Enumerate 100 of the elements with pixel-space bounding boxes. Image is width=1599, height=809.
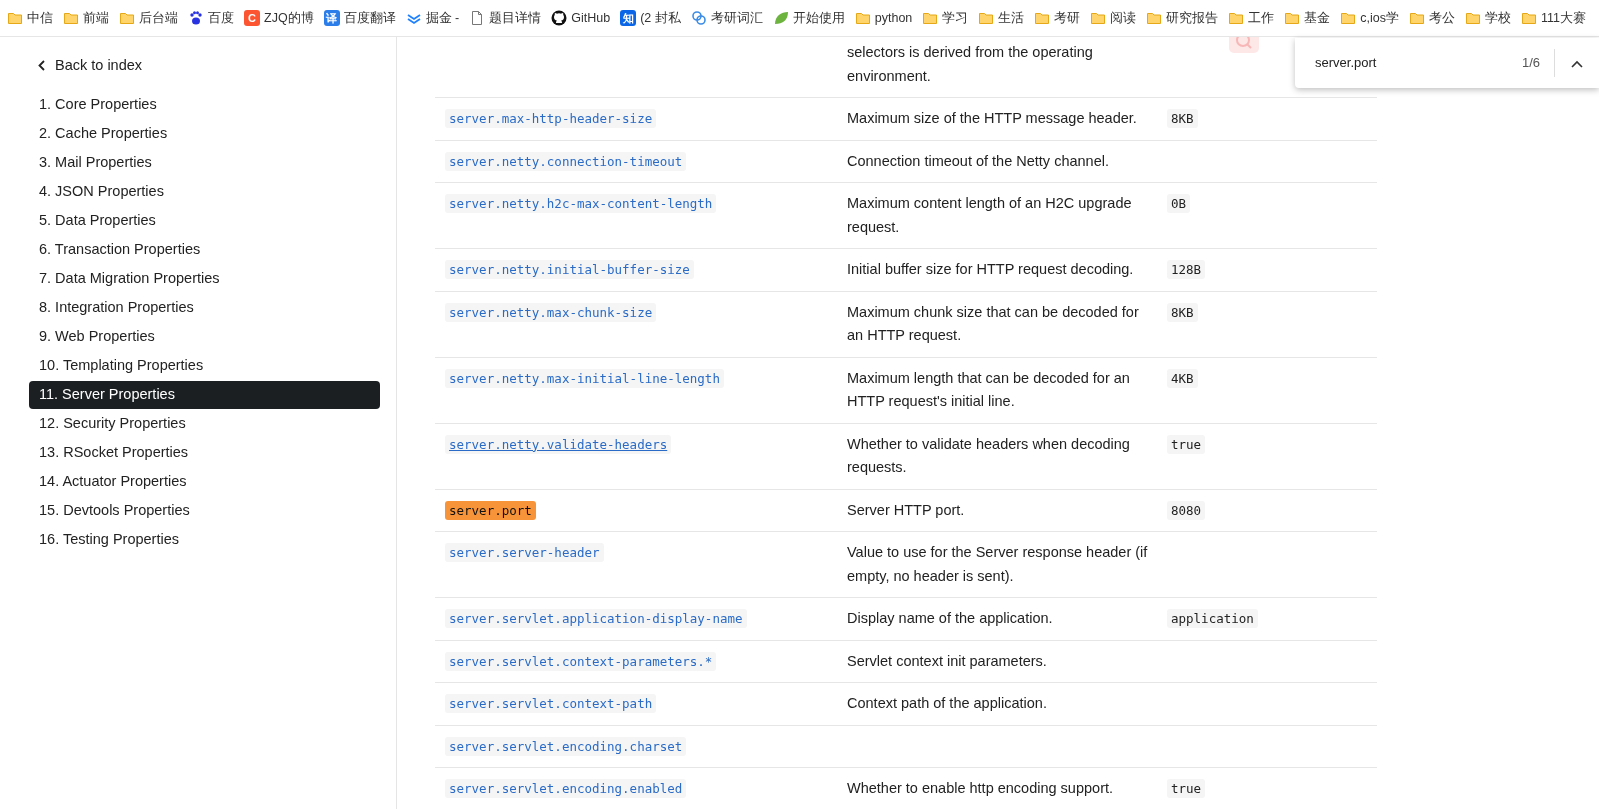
description-text: Display name of the application. (847, 610, 1053, 626)
bookmark[interactable]: 111大赛 (1516, 6, 1591, 30)
folder-icon (1146, 10, 1163, 26)
chevron-up-icon (1571, 59, 1583, 68)
bookmark[interactable]: 基金 (1279, 6, 1336, 30)
folder-icon (1090, 10, 1107, 26)
sidebar-item[interactable]: 15. Devtools Properties (29, 496, 380, 525)
description-text: Whether to validate headers when decoding requests. (847, 435, 1130, 475)
property-name[interactable]: server.max-http-header-size (445, 109, 657, 128)
default-value: application (1167, 609, 1258, 628)
folder-icon (1521, 10, 1537, 26)
bookmark[interactable]: 考研词汇 (685, 6, 768, 30)
folder-icon (119, 10, 135, 26)
property-name[interactable]: server.netty.h2c-max-content-length (445, 194, 717, 213)
folder-icon (978, 10, 995, 26)
property-name[interactable]: server.netty.connection-timeout (445, 151, 687, 171)
sidebar-item[interactable]: 8. Integration Properties (29, 293, 380, 322)
description-text: Maximum chunk size that can be decoded for an HTTP request. (847, 303, 1139, 343)
bookmark[interactable]: 中信 (2, 6, 58, 30)
bookmark[interactable]: python (849, 6, 918, 30)
default-value: 4KB (1167, 368, 1198, 388)
description-text: selectors is derived from the operating environment. (847, 44, 1093, 84)
folder-icon (1340, 10, 1357, 26)
sidebar-item[interactable]: 3. Mail Properties (29, 148, 380, 177)
property-name[interactable]: server.netty.initial-buffer-size (445, 260, 694, 279)
description-text: Value to use for the Server response header (if empty, no header is sent). (847, 544, 1148, 584)
sidebar-item[interactable]: 2. Cache Properties (29, 119, 380, 148)
sidebar-item[interactable]: 6. Transaction Properties (29, 235, 380, 264)
bookmark[interactable]: 工作 (1223, 6, 1280, 30)
default-value: true (1167, 434, 1206, 454)
property-name[interactable]: server.servlet.context-parameters.* (445, 651, 717, 671)
folder-icon (1228, 10, 1245, 26)
bookmark[interactable]: 研究报告 (1141, 6, 1224, 30)
folder-icon (1034, 10, 1051, 26)
bookmark[interactable]: c,ios学 (1335, 6, 1404, 30)
default-value: 8KB (1167, 302, 1198, 322)
folder-icon (1284, 10, 1301, 26)
property-name[interactable]: server.netty.max-chunk-size (445, 302, 657, 322)
property-name[interactable]: server.servlet.encoding.charset (445, 736, 687, 756)
description-text: Maximum length that can be decoded for an HTTP request's initial line. (847, 369, 1130, 409)
folder-icon (1465, 10, 1481, 26)
bookmark[interactable]: 阅读 (1085, 6, 1142, 30)
sidebar-item[interactable]: 13. RSocket Properties (29, 438, 380, 467)
bookmark[interactable]: 知 (2 封私 (615, 6, 686, 30)
description-text: Context path of the application. (847, 695, 1047, 711)
property-name[interactable]: server.servlet.context-path (445, 694, 657, 713)
property-name[interactable]: server.servlet.application-display-name (445, 609, 747, 628)
property-name[interactable]: server.server-header (445, 543, 604, 562)
description-text: Whether to enable http encoding support. (847, 780, 1113, 796)
property-name[interactable]: server.netty.max-initial-line-length (445, 368, 724, 388)
back-link[interactable]: Back to index (28, 51, 380, 81)
folder-icon (63, 10, 79, 26)
description-text: Initial buffer size for HTTP request decoding. (847, 261, 1134, 277)
paw-icon (188, 10, 204, 26)
bookmark[interactable]: 考研 (1029, 6, 1086, 30)
bookmark[interactable]: 考公 (1404, 6, 1460, 30)
bookmark[interactable]: 学习 (917, 6, 974, 30)
sidebar-item[interactable]: 1. Core Properties (29, 90, 380, 119)
bookmark[interactable]: 生活 (973, 6, 1030, 30)
sidebar-item[interactable]: 11. Server Properties (29, 380, 380, 409)
sidebar-item[interactable]: 10. Templating Properties (29, 351, 380, 380)
bookmark[interactable]: 开始使用 (767, 6, 850, 30)
sidebar-item[interactable]: 12. Security Properties (29, 409, 380, 438)
match-count: 1/6 (1521, 54, 1540, 73)
folder-icon (854, 10, 871, 26)
bookmark[interactable]: 百度 (183, 6, 239, 30)
description-text: Server HTTP port. (847, 501, 965, 518)
description-text: Connection timeout of the Netty channel. (847, 152, 1109, 169)
sidebar-item[interactable]: 7. Data Migration Properties (29, 264, 380, 293)
bookmark[interactable]: 前端 (58, 6, 114, 30)
folder-icon (1409, 10, 1425, 26)
default-value: true (1167, 779, 1206, 798)
default-value: 0B (1167, 194, 1191, 213)
description-text: Servlet context init parameters. (847, 652, 1047, 669)
default-value: 8080 (1167, 500, 1206, 520)
folder-icon (922, 10, 939, 26)
logo-icon: 知 (620, 10, 637, 26)
property-name[interactable]: server.netty.validate-headers (445, 434, 672, 454)
bookmark[interactable]: 译 百度翻译 (318, 6, 401, 30)
bookmark[interactable]: C ZJQ的博 (239, 6, 319, 30)
logo-icon: C (244, 10, 260, 26)
bookmark[interactable]: 掘金 - (400, 6, 465, 30)
description-text: Maximum content length of an H2C upgrade request. (847, 195, 1132, 235)
swirl-icon (690, 10, 707, 26)
bookmark[interactable]: 题目详情 (464, 6, 547, 30)
default-value: 128B (1167, 260, 1206, 279)
logo-icon: 译 (323, 10, 340, 26)
search-icon (1229, 37, 1259, 53)
property-name[interactable]: server.servlet.encoding.enabled (445, 779, 687, 798)
sidebar-item[interactable]: 16. Testing Properties (29, 525, 380, 554)
bookmark[interactable]: 学校 (1460, 6, 1516, 30)
sidebar-item[interactable]: 9. Web Properties (29, 322, 380, 351)
sidebar-item[interactable]: 14. Actuator Properties (29, 467, 380, 496)
sidebar-item[interactable]: 4. JSON Properties (29, 177, 380, 206)
leaf-icon (772, 10, 789, 26)
sidebar-item[interactable]: 5. Data Properties (29, 206, 380, 235)
chevron-left-icon (38, 60, 45, 72)
bookmark[interactable]: GitHub (546, 6, 616, 30)
bookmark[interactable]: 后台端 (114, 6, 183, 30)
property-name[interactable]: server.port (445, 500, 536, 520)
